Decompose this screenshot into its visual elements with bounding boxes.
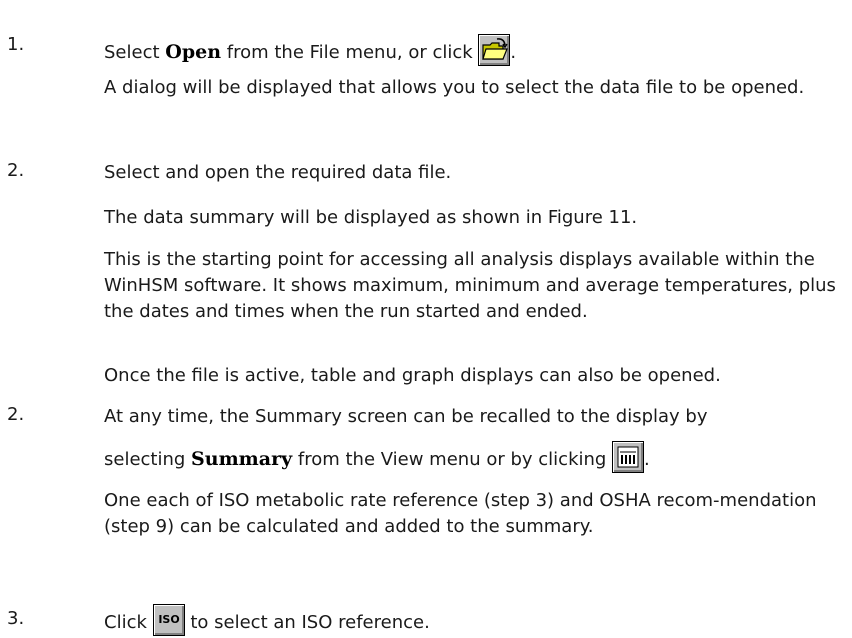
step-3-text: Click ISO to select an ISO reference.: [104, 604, 844, 636]
paragraph: Select and open the required data file.: [104, 162, 452, 183]
paragraph: Once the file is active, table and graph…: [104, 365, 721, 386]
svg-text:ISO: ISO: [158, 613, 179, 626]
step-number: 2.: [7, 404, 25, 425]
paragraph: The data summary will be displayed as sh…: [104, 207, 638, 228]
step-number: 3.: [7, 608, 25, 629]
paragraph: This is the starting point for accessing…: [104, 249, 836, 322]
step-number: 1.: [7, 34, 25, 55]
open-folder-icon[interactable]: [478, 34, 511, 66]
step-number: 2.: [7, 160, 25, 181]
summary-icon[interactable]: [612, 441, 645, 473]
iso-icon[interactable]: ISO: [152, 604, 185, 636]
paragraph: selecting Summary from the View menu or …: [104, 441, 844, 473]
paragraph: A dialog will be displayed that allows y…: [104, 77, 805, 98]
step-1-text: Select Open from the File menu, or click…: [104, 34, 844, 66]
paragraph: At any time, the Summary screen can be r…: [104, 406, 708, 427]
paragraph: One each of ISO metabolic rate reference…: [104, 490, 817, 537]
